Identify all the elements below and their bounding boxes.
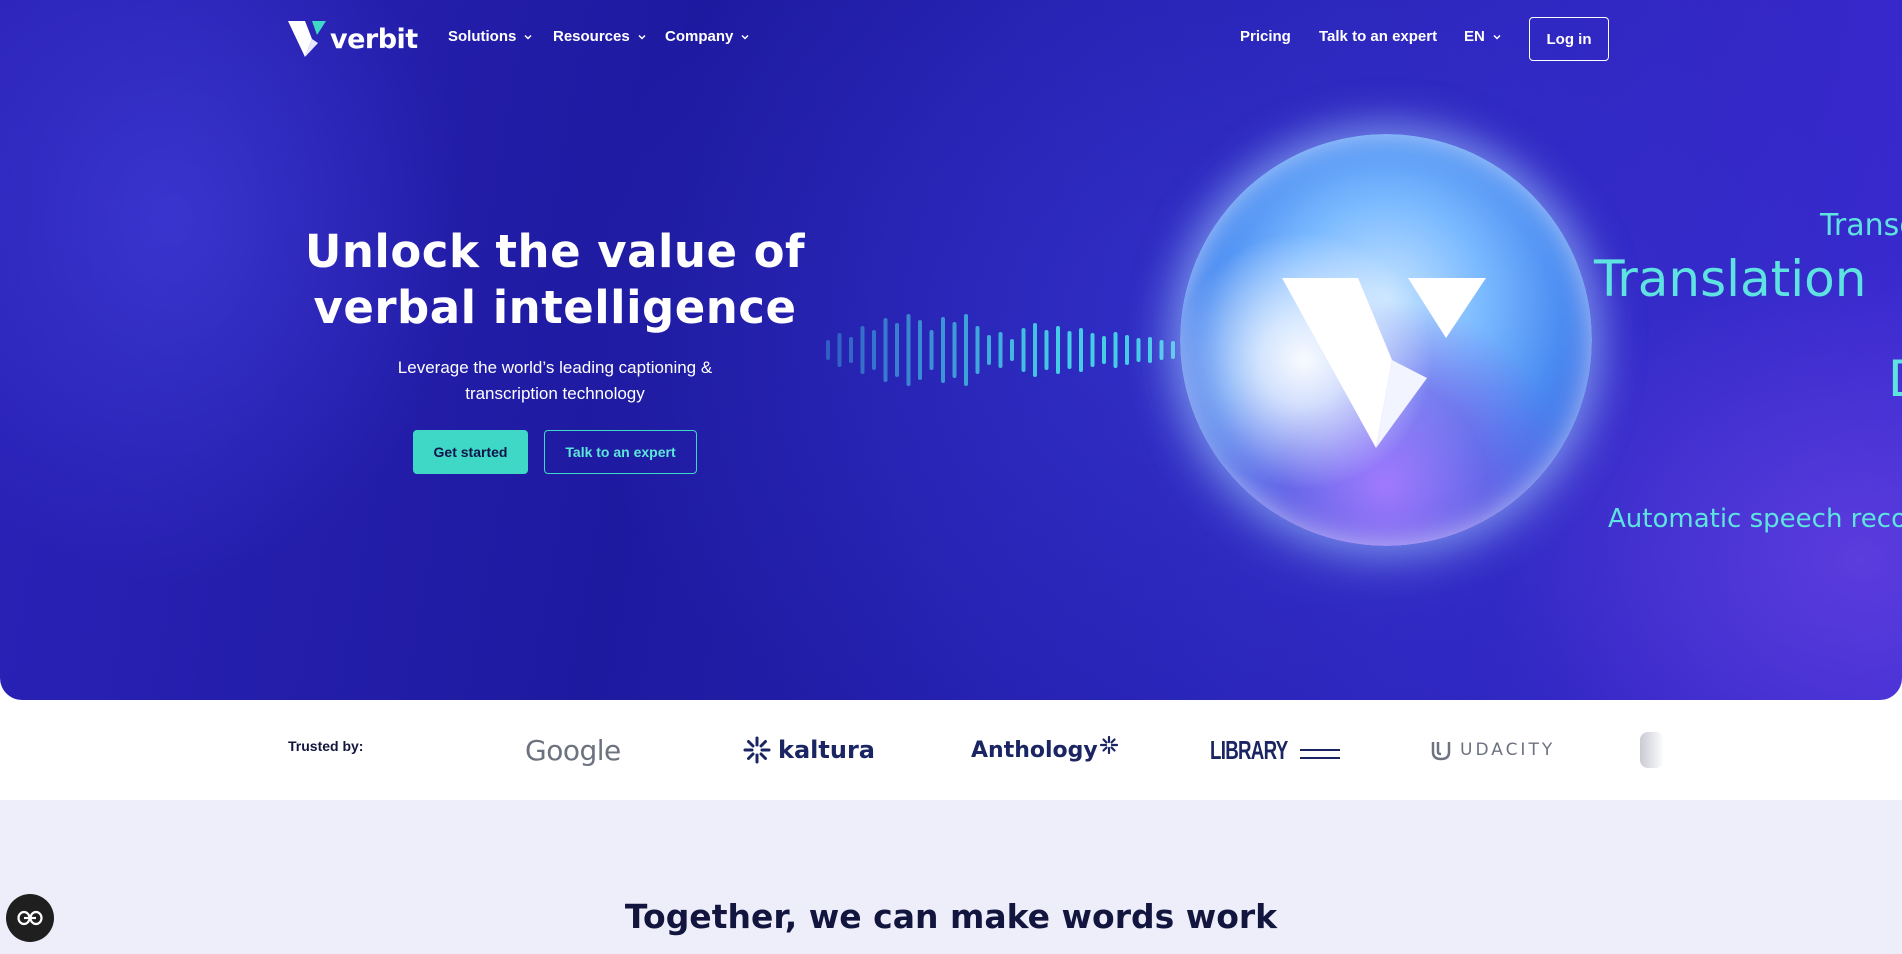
- section-title: Together, we can make words work: [624, 897, 1278, 936]
- nav-resources[interactable]: Resources: [553, 28, 647, 45]
- accessibility-button[interactable]: [6, 894, 54, 942]
- partner-name: kaltura: [778, 736, 875, 764]
- sound-wave-bar: [1113, 332, 1118, 368]
- chevron-down-icon: [741, 34, 749, 40]
- hero-subtitle-line-2: transcription technology: [465, 384, 645, 403]
- sound-wave-bar: [860, 326, 865, 374]
- partner-logo-kaltura: kaltura: [742, 730, 875, 770]
- floating-word-transcription: Transc: [1820, 208, 1902, 243]
- sound-wave-bar: [918, 320, 922, 380]
- partner-logo-udacity: UDACITY: [1430, 730, 1555, 770]
- nav-company[interactable]: Company: [665, 28, 750, 45]
- sound-wave-bar: [1021, 328, 1026, 372]
- chevron-down-icon: [524, 34, 532, 40]
- sound-wave-bar: [872, 330, 876, 370]
- sound-wave-bar: [998, 332, 1003, 368]
- verbit-logo[interactable]: verbit: [288, 20, 418, 58]
- nav-talk-to-expert[interactable]: Talk to an expert: [1319, 28, 1437, 45]
- partner-name: Anthology: [971, 737, 1098, 763]
- sound-wave-bar: [964, 314, 968, 386]
- hero-subtitle-line-1: Leverage the world’s leading captioning …: [397, 358, 713, 377]
- trusted-by-bar: Trusted by: Google kaltura Anthology LIB…: [0, 700, 1902, 800]
- sound-wave-bar: [1067, 331, 1072, 369]
- partner-logo-google: Google: [525, 730, 621, 770]
- chevron-down-icon: [1493, 34, 1501, 40]
- sound-wave-bar: [1090, 333, 1095, 367]
- sound-wave-bar: [826, 340, 830, 360]
- chevron-down-icon: [638, 34, 646, 40]
- sound-wave-bar: [1010, 339, 1014, 361]
- partner-name: LIBRARY: [1210, 734, 1288, 765]
- faded-logo-shape: [1640, 732, 1664, 768]
- talk-to-expert-button[interactable]: Talk to an expert: [544, 430, 697, 474]
- accessibility-icon: [17, 910, 43, 926]
- sound-wave-bar: [883, 318, 888, 382]
- sound-wave-bar: [952, 322, 957, 378]
- sound-wave-bar: [987, 335, 991, 365]
- library-subtext-mark: [1299, 749, 1340, 759]
- trusted-by-label: Trusted by:: [288, 738, 364, 754]
- sound-wave-bar: [906, 314, 911, 386]
- hero-title-line-1: Unlock the value of: [304, 225, 806, 278]
- top-navigation: verbit Solutions Resources Company Prici…: [0, 0, 1902, 78]
- kaltura-burst-icon: [743, 736, 771, 764]
- partner-logo-faded: [1640, 730, 1664, 770]
- sound-wave-bar: [929, 330, 934, 370]
- hero-title: Unlock the value of verbal intelligence: [290, 224, 820, 336]
- partner-name: Google: [525, 733, 621, 767]
- partner-logo-library: LIBRARY: [1210, 730, 1340, 770]
- nav-solutions[interactable]: Solutions: [448, 28, 533, 45]
- floating-word-asr: Automatic speech recogn: [1608, 504, 1902, 534]
- sound-wave-bar: [1044, 330, 1049, 370]
- udacity-icon: [1431, 742, 1451, 761]
- verbit-logo-icon: [288, 21, 326, 57]
- partner-name: UDACITY: [1460, 740, 1556, 760]
- sound-wave-bar: [941, 317, 945, 383]
- sound-wave-bar: [849, 337, 853, 363]
- sound-wave-bar: [1033, 323, 1037, 377]
- sound-wave-bar: [895, 323, 899, 377]
- get-started-button[interactable]: Get started: [413, 430, 528, 474]
- verbit-orb: [1180, 134, 1592, 546]
- sound-wave-bar: [975, 326, 980, 374]
- sound-wave-bar: [1079, 328, 1083, 372]
- sound-wave-bar: [837, 333, 842, 367]
- floating-word-partial: D: [1888, 350, 1902, 408]
- sound-wave-bar: [1102, 336, 1106, 364]
- hero-subtitle: Leverage the world’s leading captioning …: [355, 355, 755, 407]
- anthology-spark-icon: [1099, 736, 1118, 754]
- hero-title-line-2: verbal intelligence: [313, 281, 797, 334]
- partner-logo-anthology: Anthology: [971, 730, 1118, 770]
- sound-wave-bar: [1056, 326, 1060, 374]
- nav-pricing[interactable]: Pricing: [1240, 28, 1291, 45]
- nav-company-label: Company: [665, 28, 734, 45]
- words-work-section: Together, we can make words work: [0, 800, 1902, 954]
- nav-resources-label: Resources: [553, 28, 630, 45]
- nav-solutions-label: Solutions: [448, 28, 517, 45]
- logo-text: verbit: [330, 23, 418, 55]
- verbit-logo-icon: [1282, 278, 1486, 448]
- hero-section: verbit Solutions Resources Company Prici…: [0, 0, 1902, 700]
- language-selector[interactable]: EN: [1464, 28, 1502, 45]
- login-button[interactable]: Log in: [1529, 17, 1609, 61]
- floating-word-translation: Translation: [1594, 250, 1867, 308]
- language-label: EN: [1464, 28, 1485, 45]
